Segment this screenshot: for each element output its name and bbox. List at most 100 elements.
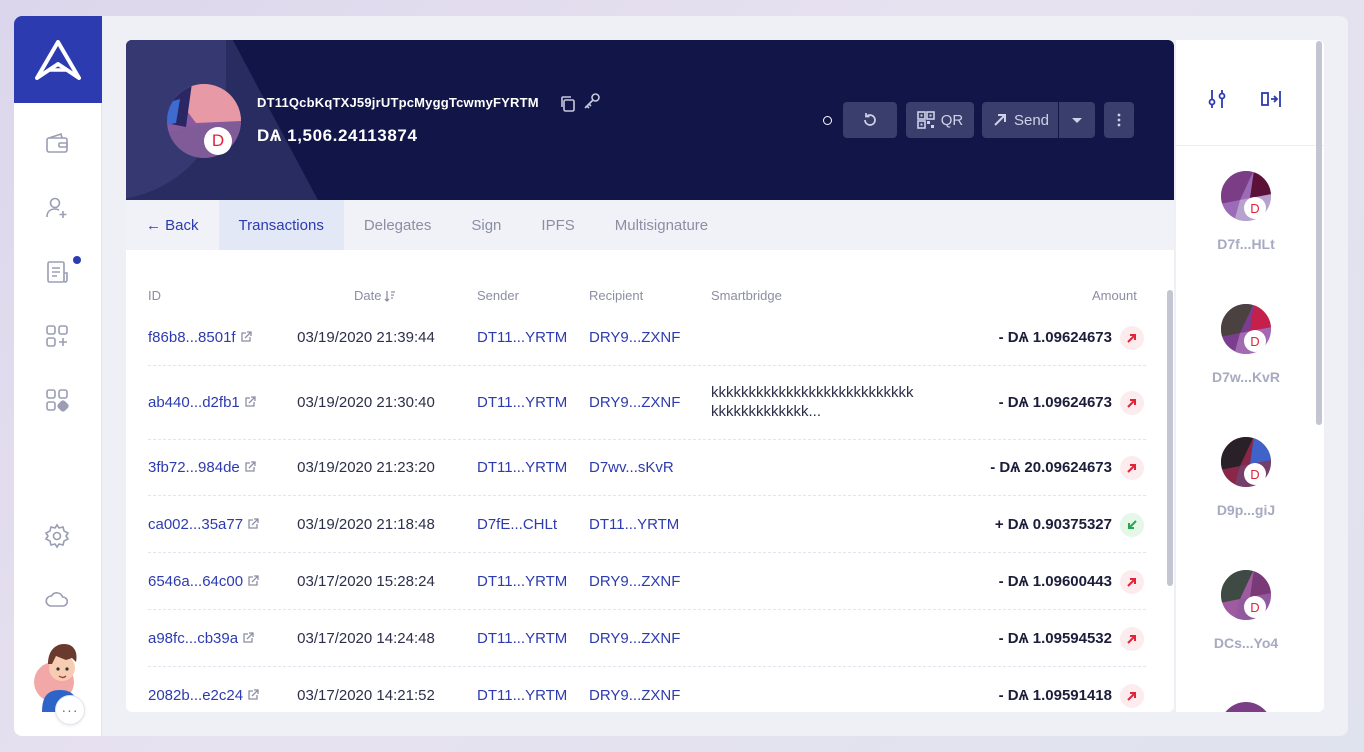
column-header-amount[interactable]: Amount (1092, 288, 1137, 303)
transaction-id: f86b8...8501f (148, 329, 236, 346)
wallets-scrollbar[interactable] (1316, 41, 1322, 425)
column-header-id[interactable]: ID (148, 288, 161, 303)
announcements-icon[interactable] (43, 258, 71, 286)
table-row[interactable]: ca002...35a77 03/19/2020 21:18:48 D7fE...C… (148, 496, 1146, 553)
transaction-id-link[interactable]: 6546a...64c00 (148, 573, 259, 590)
tab-ipfs[interactable]: IPFS (521, 200, 594, 250)
transaction-sender[interactable]: DT11...YRTM (477, 329, 567, 346)
outgoing-arrow-icon (1120, 456, 1144, 480)
column-header-sender[interactable]: Sender (477, 288, 519, 303)
transaction-recipient[interactable]: D7wv...sKvR (589, 459, 674, 476)
wallet-list-item[interactable]: D D7f...HLt (1176, 170, 1316, 290)
transaction-recipient[interactable]: DRY9...ZXNF (589, 329, 680, 346)
wallet-list-avatar: D (1220, 303, 1272, 355)
transaction-recipient[interactable]: DRY9...ZXNF (589, 394, 680, 411)
external-link-icon (240, 331, 252, 342)
transaction-id-link[interactable]: ab440...d2fb1 (148, 394, 256, 411)
add-contact-icon[interactable] (43, 194, 71, 222)
tab-transactions[interactable]: Transactions (218, 200, 344, 250)
transaction-id: 3fb72...984de (148, 459, 240, 476)
transaction-recipient[interactable]: DRY9...ZXNF (589, 630, 680, 647)
transaction-amount: - DѦ 1.09591418 (998, 686, 1112, 704)
wallet-list-name: D7f...HLt (1217, 236, 1275, 252)
wallet-list-name: DCs...Yo4 (1213, 635, 1279, 651)
outgoing-arrow-icon (1120, 391, 1144, 415)
status-indicator (823, 116, 832, 125)
ark-logo[interactable] (14, 16, 102, 103)
wallet-list-item[interactable]: D D7w...KvR (1176, 303, 1316, 423)
column-header-date[interactable]: Date (354, 288, 396, 303)
table-row[interactable]: f86b8...8501f 03/19/2020 21:39:44 DT11...Y… (148, 310, 1146, 366)
wallet-list-badge: D (1244, 330, 1266, 352)
outgoing-arrow-icon (1120, 626, 1144, 651)
more-vertical-icon (1117, 113, 1121, 127)
outgoing-arrow-icon (1120, 569, 1144, 594)
table-row[interactable]: a98fc...cb39a 03/17/2020 14:24:48 DT11...Y… (148, 610, 1146, 667)
expand-icon[interactable] (1260, 88, 1282, 110)
key-icon[interactable] (583, 92, 601, 110)
wallet-list-avatar: D (1220, 569, 1272, 621)
ark-logo-icon (35, 39, 81, 80)
transaction-recipient[interactable]: DRY9...ZXNF (589, 687, 680, 704)
refresh-icon (864, 113, 876, 126)
plugin-manager-icon[interactable] (43, 386, 71, 414)
wallet-list-item-partial[interactable] (1220, 702, 1272, 712)
more-options-button[interactable]: ··· (55, 695, 85, 725)
send-button[interactable]: Send (982, 102, 1058, 138)
plugin-add-icon[interactable] (43, 322, 71, 350)
external-link-icon (245, 461, 256, 472)
transaction-id-link[interactable]: ca002...35a77 (148, 516, 259, 533)
transaction-recipient[interactable]: DRY9...ZXNF (589, 573, 680, 590)
transaction-sender[interactable]: DT11...YRTM (477, 394, 567, 411)
transaction-sender[interactable]: DT11...YRTM (477, 459, 567, 476)
table-row[interactable]: ab440...d2fb1 03/19/2020 21:30:40 DT11...Y… (148, 366, 1146, 440)
column-header-recipient[interactable]: Recipient (589, 288, 643, 303)
wallet-icon[interactable] (43, 130, 71, 158)
table-scrollbar[interactable] (1167, 290, 1173, 586)
wallet-list-badge: D (1244, 197, 1266, 219)
wallet-list-item[interactable]: D D9p...giJ (1176, 436, 1316, 556)
settings-icon[interactable] (43, 522, 71, 550)
wallet-tabs: ← Back Transactions Delegates Sign IPFS … (126, 200, 1174, 250)
transaction-id-link[interactable]: 3fb72...984de (148, 459, 256, 476)
copy-icon[interactable] (559, 95, 577, 113)
sidebar: ··· (14, 16, 102, 736)
sliders-icon[interactable] (1206, 88, 1228, 110)
table-row[interactable]: 6546a...64c00 03/17/2020 15:28:24 DT11...Y… (148, 553, 1146, 610)
incoming-arrow-icon (1120, 512, 1144, 537)
wallet-list-name: D9p...giJ (1216, 502, 1276, 518)
transaction-smartbridge-cont: kkkkkkkkkkkkk... (711, 403, 822, 420)
transaction-id-link[interactable]: 2082b...e2c24 (148, 687, 259, 704)
transaction-amount: - DѦ 1.09594532 (998, 629, 1112, 647)
external-link-icon (245, 396, 256, 407)
transaction-sender[interactable]: DT11...YRTM (477, 630, 567, 647)
transaction-id-link[interactable]: a98fc...cb39a (148, 630, 254, 647)
transaction-amount: + DѦ 0.90375327 (994, 515, 1112, 533)
transaction-id-link[interactable]: f86b8...8501f (148, 329, 252, 346)
refresh-button[interactable] (843, 102, 897, 138)
tab-sign[interactable]: Sign (451, 200, 521, 250)
wallet-menu-button[interactable] (1104, 102, 1134, 138)
wallet-list-item[interactable]: D DCs...Yo4 (1176, 569, 1316, 689)
transaction-sender[interactable]: D7fE...CHLt (477, 516, 557, 533)
back-button[interactable]: ← Back (126, 200, 219, 250)
wallet-list-avatar: D (1220, 436, 1272, 488)
transaction-recipient[interactable]: DT11...YRTM (589, 516, 679, 533)
table-row[interactable]: 2082b...e2c24 03/17/2020 14:21:52 DT11...Y… (148, 667, 1146, 712)
qr-button[interactable]: QR (906, 102, 974, 138)
wallet-address[interactable]: DT11QcbKqTXJ59jrUTpcMyggTcwmyFYRTM (257, 95, 539, 110)
network-cloud-icon[interactable] (43, 586, 71, 614)
transaction-amount: - DѦ 1.09624673 (998, 329, 1112, 346)
wallets-sidebar-toolbar (1176, 40, 1324, 146)
table-row[interactable]: 3fb72...984de 03/19/2020 21:23:20 DT11...Y… (148, 440, 1146, 496)
transaction-sender[interactable]: DT11...YRTM (477, 687, 567, 704)
send-options-dropdown[interactable] (1059, 102, 1095, 138)
tab-multisignature[interactable]: Multisignature (595, 200, 728, 250)
app-window: ··· D DT11QcbKqTXJ59jrUTpcMyggTcwmyFYRTM… (14, 16, 1348, 736)
qr-icon (916, 111, 935, 129)
transaction-id: 2082b...e2c24 (148, 686, 244, 704)
column-header-smartbridge[interactable]: Smartbridge (711, 288, 782, 303)
transaction-sender[interactable]: DT11...YRTM (477, 573, 567, 590)
wallet-avatar-badge: D (204, 127, 232, 155)
tab-delegates[interactable]: Delegates (344, 200, 452, 250)
